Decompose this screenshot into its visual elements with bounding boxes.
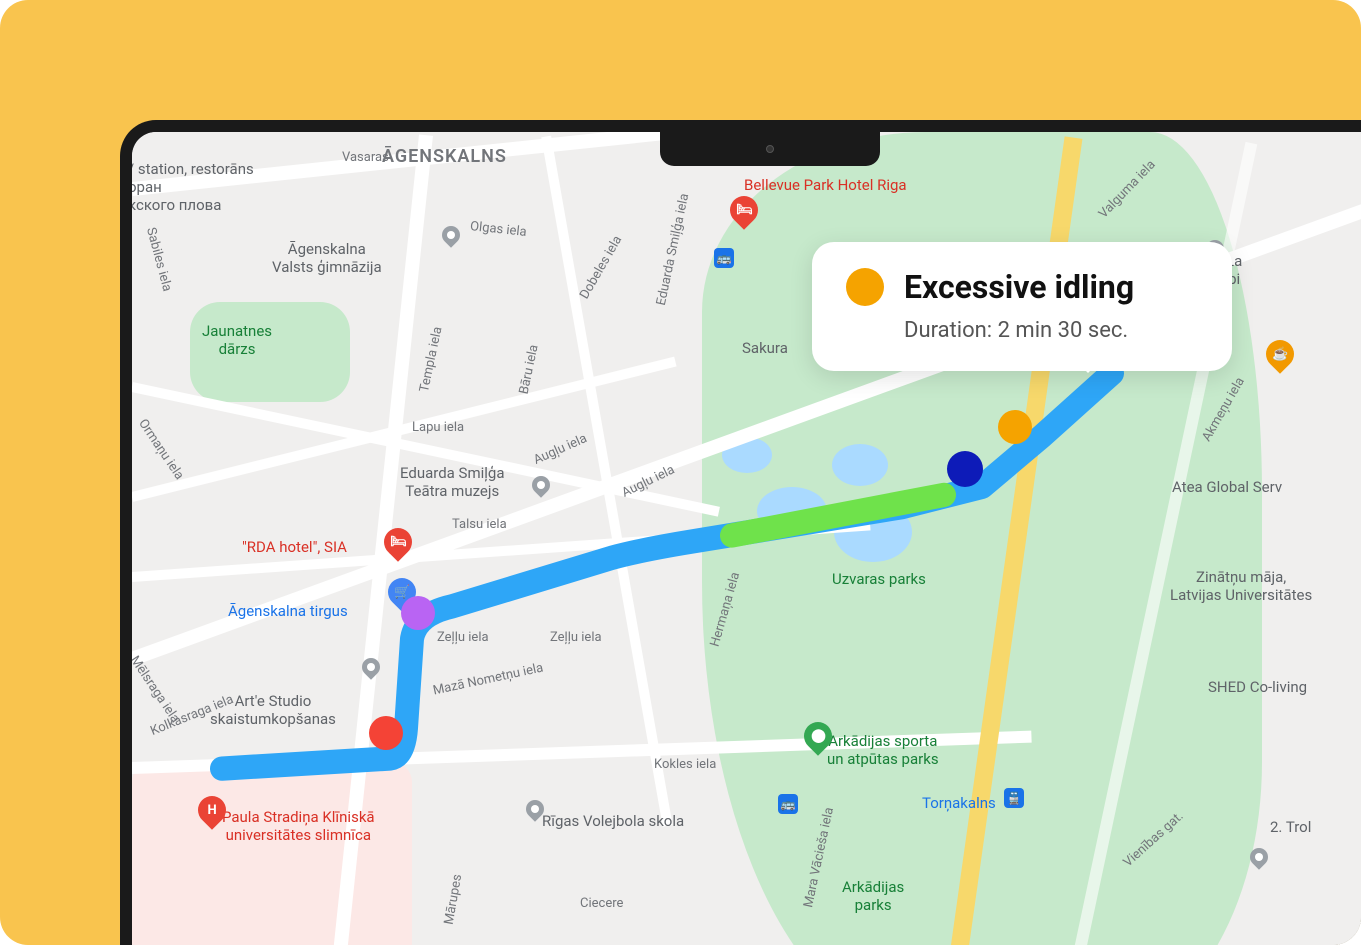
- street-label: Mārupes: [442, 873, 466, 926]
- poi-park-label[interactable]: Arkādijas sporta un atpūtas parks: [827, 732, 939, 768]
- poi-school-label[interactable]: Rīgas Volejbola skola: [542, 812, 684, 830]
- street-label: Kokles iela: [654, 757, 716, 772]
- map-canvas[interactable]: Vasaras Olgas iela Dobeles iela Eduarda …: [132, 132, 1361, 945]
- street-label: Augļu iela: [531, 431, 589, 468]
- water-body: [832, 444, 888, 486]
- event-callout-title: Excessive idling: [904, 268, 1134, 306]
- street-label: Mazā Nometņu iela: [432, 660, 545, 698]
- event-marker-stop[interactable]: [369, 716, 403, 750]
- laptop-bezel: Vasaras Olgas iela Dobeles iela Eduarda …: [120, 120, 1361, 945]
- street-label: Bāru iela: [517, 343, 542, 395]
- poi-school-label[interactable]: Āgenskalna Valsts ģimnāzija: [272, 240, 382, 276]
- hospital-zone: [132, 762, 412, 945]
- event-marker-harsh[interactable]: [401, 596, 435, 630]
- poi-office-label[interactable]: Atea Global Serv: [1172, 478, 1282, 496]
- poi-park-label[interactable]: Jaunatnes dārzs: [202, 322, 272, 358]
- poi-shop-label[interactable]: Āgenskalna tirgus: [228, 602, 348, 620]
- school-pin-icon[interactable]: [438, 222, 463, 247]
- map-screen[interactable]: Vasaras Olgas iela Dobeles iela Eduarda …: [132, 132, 1361, 945]
- device-mockup-frame: Vasaras Olgas iela Dobeles iela Eduarda …: [0, 0, 1361, 945]
- poi-hospital-label[interactable]: Paula Stradiņa Klīniskā universitātes sl…: [222, 808, 375, 844]
- street-label: Ciecere: [580, 896, 623, 911]
- event-callout-subtitle: Duration: 2 min 30 sec.: [904, 318, 1198, 343]
- poi-transit-label[interactable]: Torņakalns: [922, 794, 996, 812]
- poi-hotel-label[interactable]: Bellevue Park Hotel Riga: [744, 176, 907, 194]
- poi-museum-label[interactable]: Eduarda Smiļģa Teātra muzejs: [400, 464, 505, 500]
- poi-university-label[interactable]: Zinātņu māja, Latvijas Universitātes: [1170, 568, 1312, 604]
- street-label: Ormaņu iela: [135, 416, 186, 482]
- street-label: Talsu iela: [452, 517, 507, 532]
- poi-salon-label[interactable]: Art'e Studio skaistumkopšanas: [210, 692, 336, 728]
- rail-stop-icon[interactable]: 🚆: [1004, 788, 1024, 808]
- poi-hotel-label[interactable]: "RDA hotel", SIA: [242, 538, 347, 556]
- poi-transit-label[interactable]: 2. Trol: [1270, 818, 1311, 836]
- poi-label[interactable]: Sakura: [742, 339, 788, 357]
- event-marker-waypoint[interactable]: [947, 451, 983, 487]
- food-pin-icon[interactable]: ☕: [1260, 334, 1300, 374]
- poi-park-label[interactable]: Arkādijas parks: [842, 878, 904, 914]
- street-label: Olgas iela: [469, 219, 527, 240]
- street-label: Zeļļu iela: [437, 630, 489, 645]
- bus-stop-icon[interactable]: 🚌: [714, 248, 734, 268]
- street-label: Lapu iela: [412, 420, 464, 435]
- street-label: Zeļļu iela: [550, 630, 602, 645]
- event-callout[interactable]: Excessive idling Duration: 2 min 30 sec.: [812, 242, 1232, 371]
- laptop-notch: [660, 132, 880, 166]
- camera-dot: [766, 145, 774, 153]
- district-label: ĀGENSKALNS: [382, 146, 507, 167]
- street-label: Dobeles iela: [577, 233, 625, 301]
- event-indicator-icon: [846, 268, 884, 306]
- poi-label[interactable]: SHED Co-living: [1208, 678, 1307, 696]
- bus-stop-icon[interactable]: 🚌: [778, 794, 798, 814]
- event-marker-idling[interactable]: [998, 410, 1032, 444]
- street-label: Sabiles iela: [143, 226, 174, 293]
- street-label: Templa iela: [417, 325, 445, 393]
- street-label: Eduarda Smiļģa iela: [654, 192, 692, 307]
- poi-park-label[interactable]: Uzvaras parks: [832, 570, 926, 588]
- poi-station-label[interactable]: / station, restorāns оран кского плова: [132, 160, 254, 214]
